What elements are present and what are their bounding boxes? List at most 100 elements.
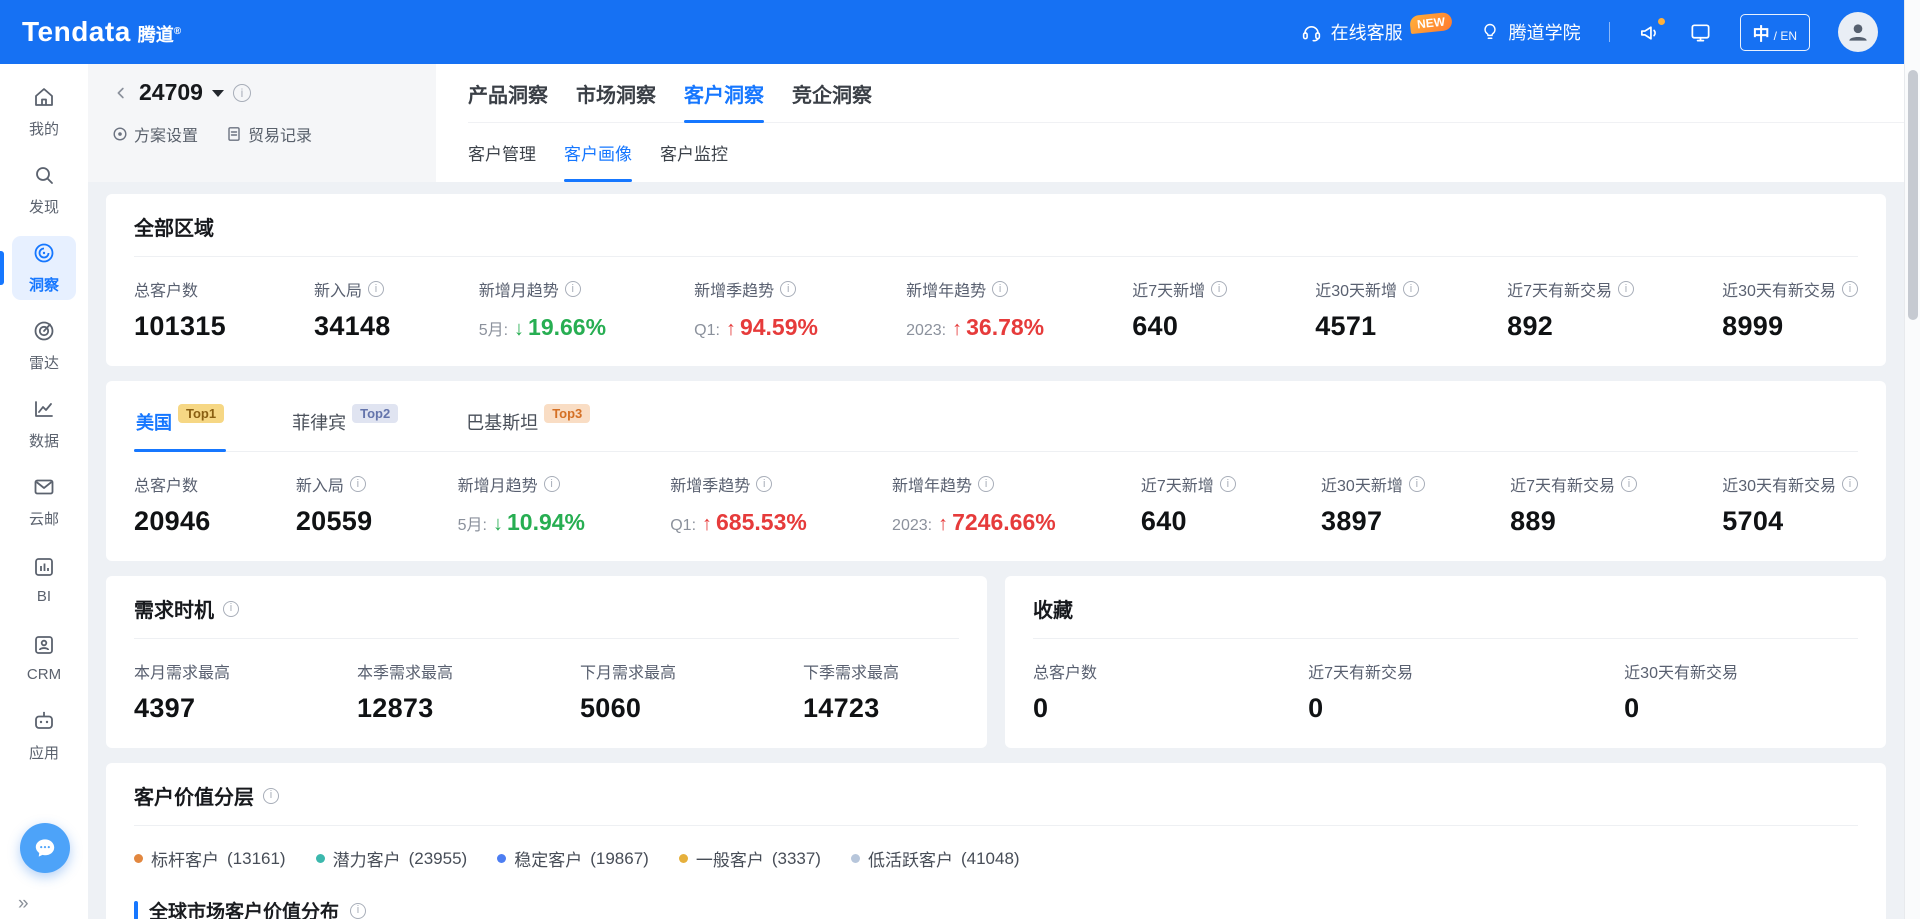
legend-general-customers[interactable]: 一般客户 (3337)	[679, 846, 821, 871]
logo-text: Tendata	[22, 16, 131, 48]
info-icon[interactable]	[1842, 281, 1858, 297]
legend-dot	[134, 854, 143, 863]
plan-id[interactable]: 24709	[139, 79, 203, 106]
subtab-customer-profile[interactable]: 客户画像	[564, 123, 632, 182]
stat-new-7d: 近7天新增 640	[1132, 277, 1227, 342]
stat-value: 889	[1510, 506, 1637, 537]
tab-competitor-insight[interactable]: 竞企洞察	[792, 64, 872, 122]
sidebar-item-crm[interactable]: CRM	[12, 626, 76, 690]
scrollbar-thumb[interactable]	[1908, 70, 1918, 320]
online-service-button[interactable]: 在线客服 NEW	[1301, 19, 1452, 45]
country-tab-usa[interactable]: 美国 Top1	[134, 401, 226, 451]
stat-new-deals-30d: 近30天有新交易 5704	[1722, 472, 1858, 537]
tab-customer-insight[interactable]: 客户洞察	[684, 64, 764, 122]
plan-selector[interactable]: 24709	[112, 79, 436, 106]
country-card: 美国 Top1 菲律宾 Top2 巴基斯坦 Top3 总客户数 20946	[106, 381, 1886, 561]
sidebar: 我的 发现 洞察 雷达 数据 云邮 BI CRM	[0, 64, 88, 919]
info-icon[interactable]	[1618, 281, 1634, 297]
stat-new-30d: 近30天新增 4571	[1315, 277, 1419, 342]
legend-benchmark-customers[interactable]: 标杆客户 (13161)	[134, 846, 286, 871]
sidebar-item-bi[interactable]: BI	[12, 548, 76, 612]
plan-settings-link[interactable]: 方案设置	[112, 122, 198, 146]
info-icon[interactable]	[1621, 476, 1637, 492]
workbench-icon[interactable]	[1689, 21, 1712, 44]
language-toggle[interactable]: 中 / EN	[1740, 14, 1810, 51]
arrow-down-icon	[514, 318, 524, 341]
stat-total-customers: 总客户数 20946	[134, 472, 211, 537]
main-content: 24709 方案设置 贸易记录 产品洞察 市场洞察 客户洞察 竞企洞	[88, 64, 1904, 919]
info-icon[interactable]	[565, 281, 581, 297]
stat-value: 5060	[580, 693, 676, 724]
sidebar-item-radar[interactable]: 雷达	[12, 314, 76, 378]
info-icon[interactable]	[223, 601, 239, 617]
card-title-row: 全部区域	[134, 212, 1858, 257]
country-tab-philippines[interactable]: 菲律宾 Top2	[290, 401, 400, 451]
subtab-customer-monitor[interactable]: 客户监控	[660, 123, 728, 182]
sidebar-item-label: 云邮	[29, 508, 59, 529]
legend-potential-customers[interactable]: 潜力客户 (23955)	[316, 846, 468, 871]
page-header: 24709 方案设置 贸易记录 产品洞察 市场洞察 客户洞察 竞企洞	[88, 64, 1904, 182]
stat-value: 0	[1033, 693, 1097, 724]
top1-badge: Top1	[178, 404, 224, 423]
academy-button[interactable]: 腾道学院	[1480, 19, 1581, 45]
info-icon[interactable]	[1211, 281, 1227, 297]
stat-value: 892	[1507, 311, 1634, 342]
collapse-arrow-icon[interactable]: »	[18, 893, 29, 915]
stat-new-deals-7d: 近7天有新交易 892	[1507, 277, 1634, 342]
stat-new-deals-30d: 近30天有新交易 8999	[1722, 277, 1858, 342]
info-icon[interactable]	[978, 476, 994, 492]
topbar-divider	[1609, 22, 1610, 42]
info-icon[interactable]	[263, 788, 279, 804]
stat-value: 4571	[1315, 311, 1419, 342]
card-title: 客户价值分层	[134, 781, 254, 810]
legend-low-activity-customers[interactable]: 低活跃客户 (41048)	[851, 846, 1020, 871]
sidebar-item-label: BI	[37, 588, 51, 605]
stat-quarterly-trend: 新增季趋势 Q1: 685.53%	[670, 472, 807, 537]
tab-market-insight[interactable]: 市场洞察	[576, 64, 656, 122]
sidebar-item-mail[interactable]: 云邮	[12, 470, 76, 534]
info-icon[interactable]	[1409, 476, 1425, 492]
academy-label: 腾道学院	[1509, 19, 1581, 45]
stat-new-30d: 近30天新增 3897	[1321, 472, 1425, 537]
trade-records-link[interactable]: 贸易记录	[226, 122, 312, 146]
sidebar-item-mine[interactable]: 我的	[12, 80, 76, 144]
legend-stable-customers[interactable]: 稳定客户 (19867)	[497, 846, 649, 871]
lang-en: / EN	[1774, 29, 1797, 43]
info-icon[interactable]	[756, 476, 772, 492]
stat-next-month-demand: 下月需求最高 5060	[580, 659, 676, 724]
info-icon[interactable]	[1403, 281, 1419, 297]
stats-row: 总客户数 0 近7天有新交易 0 近30天有新交易 0	[1033, 639, 1858, 724]
info-icon[interactable]	[1220, 476, 1236, 492]
legend-dot	[679, 854, 688, 863]
radar-icon	[32, 319, 56, 347]
info-icon[interactable]	[350, 903, 366, 919]
info-icon[interactable]	[780, 281, 796, 297]
sidebar-item-data[interactable]: 数据	[12, 392, 76, 456]
info-icon[interactable]	[544, 476, 560, 492]
arrow-up-icon	[952, 318, 962, 341]
info-icon[interactable]	[1842, 476, 1858, 492]
page-scrollbar[interactable]	[1904, 0, 1920, 919]
stat-value: 0	[1624, 693, 1738, 724]
country-tab-pakistan[interactable]: 巴基斯坦 Top3	[464, 401, 592, 451]
info-icon[interactable]	[233, 84, 251, 102]
info-icon[interactable]	[350, 476, 366, 492]
info-icon[interactable]	[368, 281, 384, 297]
subtab-customer-management[interactable]: 客户管理	[468, 123, 536, 182]
sidebar-item-apps[interactable]: 应用	[12, 704, 76, 768]
feedback-icon[interactable]	[1638, 21, 1661, 44]
chat-fab[interactable]	[20, 823, 70, 873]
avatar[interactable]	[1838, 12, 1878, 52]
stat-fav-total: 总客户数 0	[1033, 659, 1097, 724]
tendata-logo[interactable]: Tendata 腾道®	[22, 16, 181, 48]
back-chevron-icon[interactable]	[112, 84, 130, 102]
stat-quarter-demand: 本季需求最高 12873	[357, 659, 453, 724]
sidebar-item-discover[interactable]: 发现	[12, 158, 76, 222]
tab-product-insight[interactable]: 产品洞察	[468, 64, 548, 122]
stat-yearly-trend: 新增年趋势 2023: 7246.66%	[892, 472, 1056, 537]
stat-new-7d: 近7天新增 640	[1141, 472, 1236, 537]
all-region-card: 全部区域 总客户数 101315 新入局 34148 新增月趋势 5月: 19.…	[106, 194, 1886, 366]
info-icon[interactable]	[992, 281, 1008, 297]
caret-down-icon[interactable]	[212, 90, 224, 97]
sidebar-item-insight[interactable]: 洞察	[12, 236, 76, 300]
